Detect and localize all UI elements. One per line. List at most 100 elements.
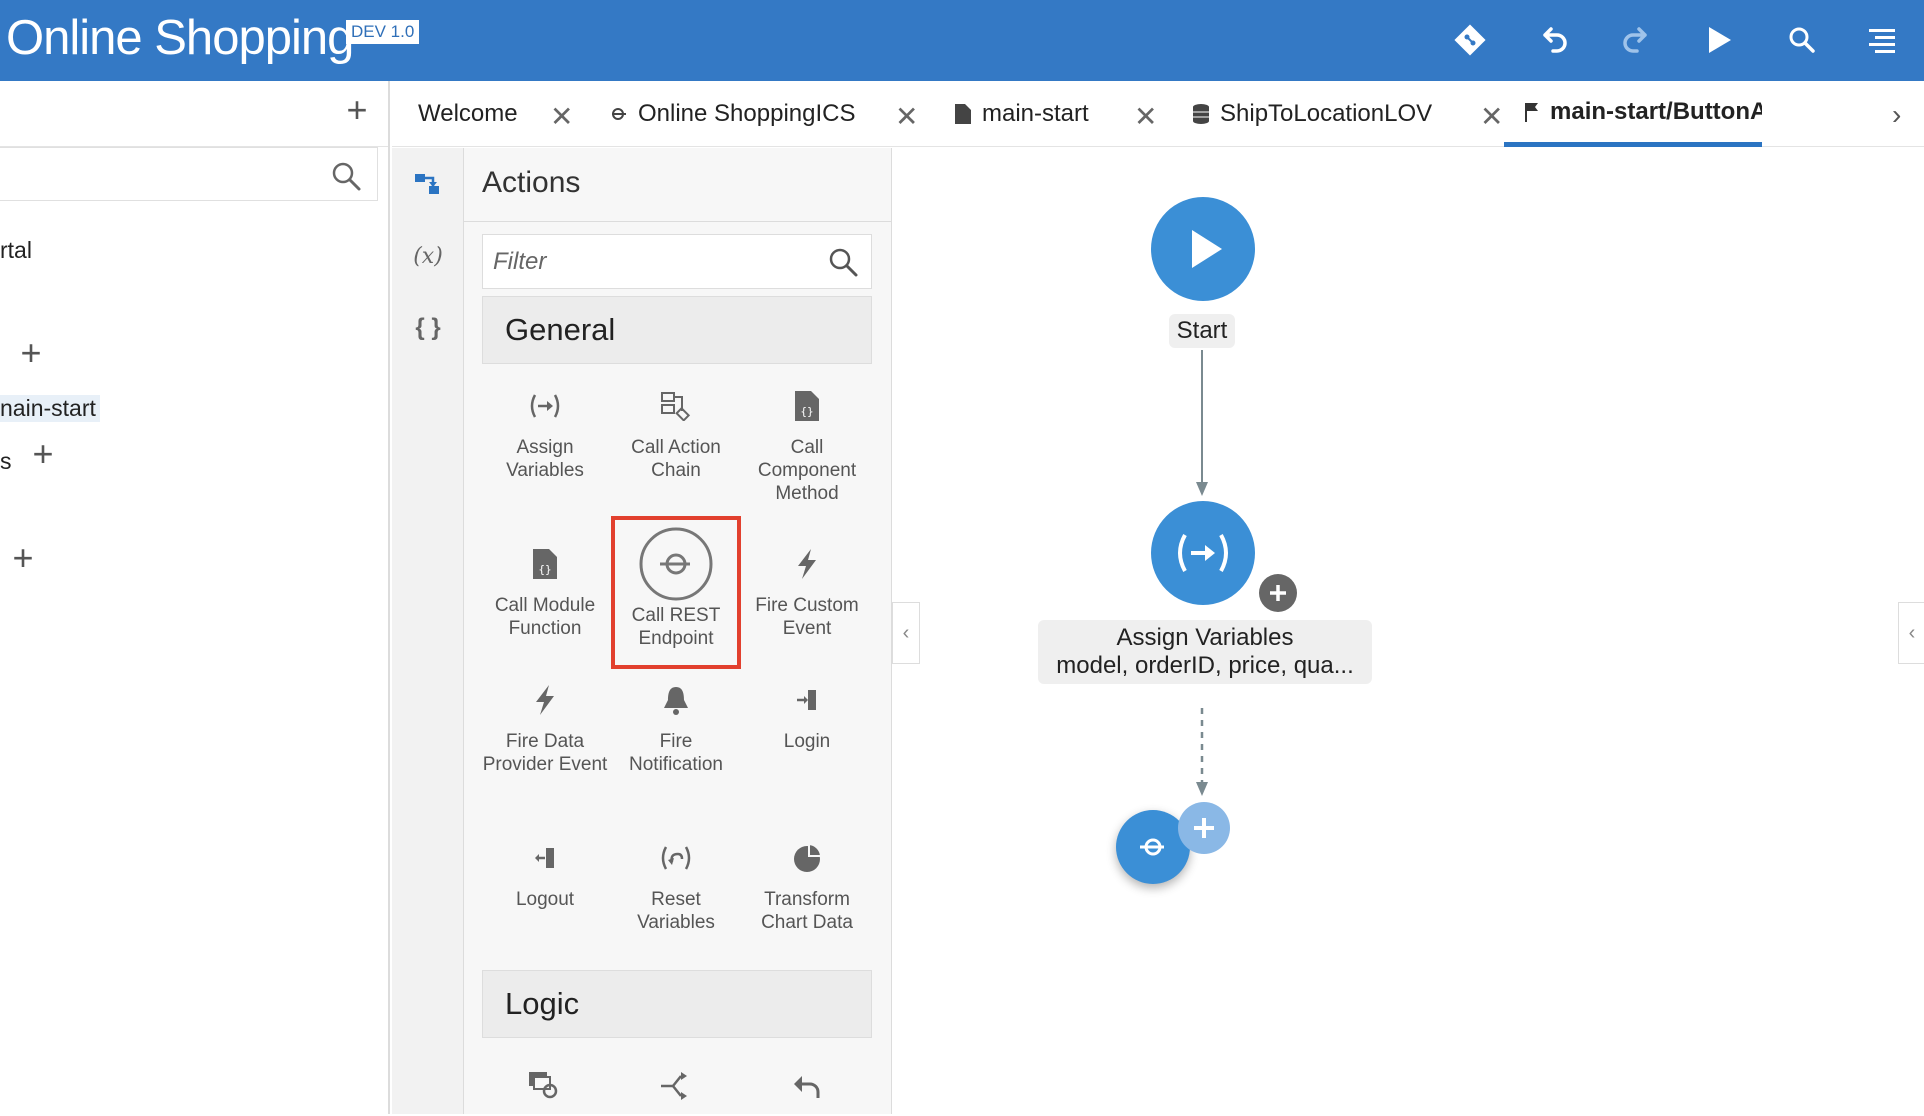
tab-online-shopping-ics[interactable]: Online ShoppingICS bbox=[608, 81, 855, 147]
assign-title: Assign Variables bbox=[1116, 624, 1294, 651]
action-label: Logout bbox=[515, 889, 575, 910]
close-icon[interactable]: ✕ bbox=[895, 100, 918, 133]
tree-item[interactable]: s bbox=[0, 448, 12, 475]
assign-variables-label: Assign Variables model, orderID, price, … bbox=[1038, 620, 1372, 684]
action-assign-variables[interactable]: Assign Variables bbox=[480, 376, 610, 482]
action-label: Assign Variables bbox=[506, 437, 584, 481]
tree-item[interactable]: rtal bbox=[0, 237, 32, 264]
tree-item-selected[interactable]: nain-start bbox=[0, 395, 100, 422]
action-label: Fire Data Provider Event bbox=[482, 731, 608, 775]
database-icon bbox=[1192, 103, 1210, 125]
action-label: Fire Notification bbox=[629, 731, 723, 775]
logout-icon bbox=[533, 828, 557, 888]
add-after-button[interactable] bbox=[1259, 574, 1297, 612]
action-label: Call Action Chain bbox=[631, 437, 721, 481]
action-fire-notification[interactable]: Fire Notification bbox=[611, 670, 741, 776]
plus-icon bbox=[1194, 818, 1214, 838]
action-label: Fire Custom Event bbox=[755, 595, 859, 639]
section-logic[interactable]: Logic bbox=[482, 970, 872, 1038]
play-icon bbox=[1192, 230, 1222, 268]
plus-icon bbox=[1270, 585, 1286, 601]
tab-main-start[interactable]: main-start bbox=[954, 81, 1089, 147]
svg-text:{}: {} bbox=[538, 563, 551, 576]
loop-icon bbox=[528, 1056, 562, 1116]
collapse-right-icon[interactable]: ‹ bbox=[1898, 602, 1924, 664]
assign-variables-icon bbox=[527, 376, 563, 436]
lightning-icon bbox=[533, 670, 557, 730]
assign-detail: model, orderID, price, qua... bbox=[1056, 652, 1354, 679]
action-login[interactable]: Login bbox=[742, 670, 872, 753]
highlight-box bbox=[611, 516, 741, 669]
navigator-search[interactable] bbox=[0, 147, 378, 201]
action-reset-variables[interactable]: Reset Variables bbox=[611, 828, 741, 934]
call-module-function-icon: {} bbox=[532, 534, 558, 594]
actions-palette-icon[interactable] bbox=[392, 148, 464, 220]
login-icon bbox=[795, 670, 819, 730]
action-transform-chart-data[interactable]: Transform Chart Data bbox=[742, 828, 872, 934]
undo-icon[interactable] bbox=[1530, 16, 1578, 64]
action-fire-custom-event[interactable]: Fire Custom Event bbox=[742, 534, 872, 640]
reset-variables-icon bbox=[658, 828, 694, 888]
action-fire-data-provider-event[interactable]: Fire Data Provider Event bbox=[480, 670, 610, 776]
close-icon[interactable]: ✕ bbox=[1480, 100, 1503, 133]
menu-icon[interactable] bbox=[1858, 16, 1906, 64]
chevron-right-icon[interactable]: › bbox=[1892, 99, 1901, 131]
add-icon[interactable]: + bbox=[14, 335, 48, 371]
json-icon[interactable]: { } bbox=[392, 292, 464, 364]
filter-input[interactable] bbox=[493, 245, 813, 279]
tab-welcome[interactable]: Welcome bbox=[418, 81, 518, 147]
palette-rail: (𝑥) { } bbox=[392, 148, 464, 1114]
action-for-each[interactable] bbox=[480, 1056, 610, 1116]
editor-tabs: Welcome ✕ Online ShoppingICS ✕ main-star… bbox=[392, 81, 1924, 147]
start-node[interactable] bbox=[1151, 197, 1255, 301]
tab-button-action-chain[interactable]: main-start/ButtonActionC bbox=[1504, 81, 1762, 147]
add-icon[interactable]: + bbox=[26, 436, 60, 472]
action-logout[interactable]: Logout bbox=[480, 828, 610, 911]
page-icon bbox=[954, 103, 972, 125]
rest-endpoint-icon bbox=[1140, 838, 1164, 856]
pie-chart-icon bbox=[791, 828, 823, 888]
action-chain-canvas[interactable]: ‹ ‹ Start Assign Variables model, orderI… bbox=[892, 148, 1924, 1114]
action-label: Login bbox=[783, 731, 831, 752]
assign-variables-node[interactable] bbox=[1151, 501, 1255, 605]
variables-icon[interactable]: (𝑥) bbox=[392, 220, 464, 292]
action-return[interactable] bbox=[742, 1056, 872, 1116]
navigator-panel: + rtal + nain-start s + + bbox=[0, 81, 390, 1114]
action-label: Transform Chart Data bbox=[761, 889, 853, 933]
add-icon[interactable]: + bbox=[340, 92, 374, 128]
action-call-component-method[interactable]: {} Call Component Method bbox=[742, 376, 872, 505]
tab-ship-to-location-lov[interactable]: ShipToLocationLOV bbox=[1192, 81, 1432, 147]
action-label: Call Module Function bbox=[494, 595, 596, 639]
add-icon[interactable]: + bbox=[6, 540, 40, 576]
actions-palette: Actions General Assign Variables Call Ac… bbox=[464, 148, 892, 1114]
section-general[interactable]: General bbox=[482, 296, 872, 364]
run-icon[interactable] bbox=[1694, 16, 1742, 64]
action-call-action-chain[interactable]: Call Action Chain bbox=[611, 376, 741, 482]
collapse-left-icon[interactable]: ‹ bbox=[892, 602, 920, 664]
divider bbox=[464, 221, 892, 222]
filter-field[interactable] bbox=[482, 234, 872, 289]
svg-text:{}: {} bbox=[800, 405, 813, 418]
close-icon[interactable]: ✕ bbox=[1134, 100, 1157, 133]
drop-target-plus[interactable] bbox=[1178, 802, 1230, 854]
branch-icon bbox=[659, 1056, 693, 1116]
tab-label: main-start/ButtonActionC bbox=[1550, 97, 1762, 125]
action-call-module-function[interactable]: {} Call Module Function bbox=[480, 534, 610, 640]
git-icon[interactable] bbox=[1446, 16, 1494, 64]
tab-label: Online ShoppingICS bbox=[638, 100, 856, 127]
action-label: Call Component Method bbox=[757, 437, 857, 504]
redo-icon[interactable] bbox=[1612, 16, 1660, 64]
app-title: Online Shopping bbox=[6, 11, 354, 65]
call-component-method-icon: {} bbox=[794, 376, 820, 436]
connection-icon bbox=[608, 104, 628, 124]
actions-title: Actions bbox=[482, 166, 581, 199]
tab-label: ShipToLocationLOV bbox=[1220, 100, 1433, 127]
search-icon[interactable] bbox=[1778, 16, 1826, 64]
action-label: Reset Variables bbox=[637, 889, 715, 933]
action-if[interactable] bbox=[611, 1056, 741, 1116]
search-icon[interactable] bbox=[330, 160, 362, 192]
close-icon[interactable]: ✕ bbox=[550, 100, 573, 133]
flag-icon bbox=[1524, 101, 1540, 123]
bell-icon bbox=[662, 670, 690, 730]
search-icon[interactable] bbox=[827, 246, 859, 278]
